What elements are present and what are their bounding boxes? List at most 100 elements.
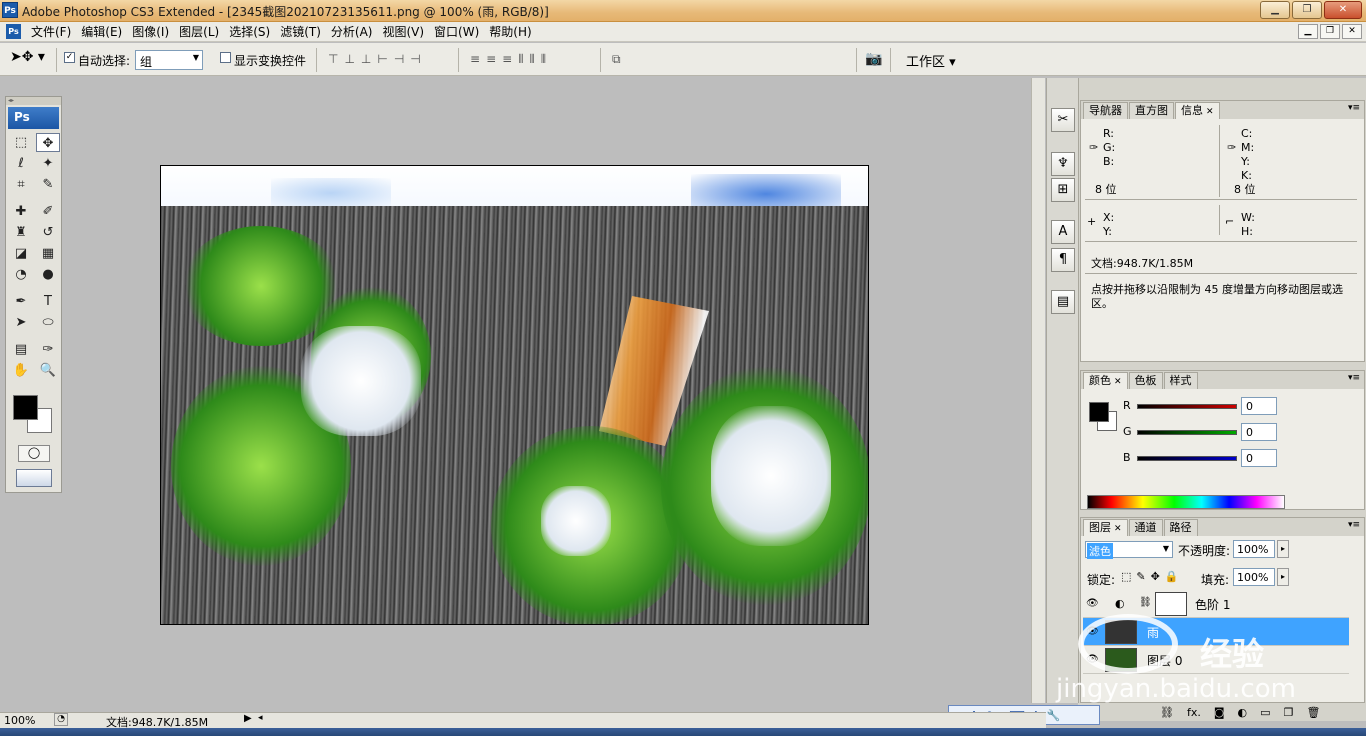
blend-mode-dropdown[interactable]: 滤色 ▼ <box>1085 541 1173 559</box>
doc-minimize-button[interactable]: ▁ <box>1298 24 1318 39</box>
layer-comps-icon[interactable]: ▤ <box>1051 290 1075 314</box>
fx-icon[interactable]: fx. <box>1187 706 1201 719</box>
notes-icon[interactable]: ▤ <box>9 340 33 359</box>
toolbox-header[interactable]: ◂▸ <box>6 97 61 105</box>
doc-close-button[interactable]: ✕ <box>1342 24 1362 39</box>
menu-edit[interactable]: 编辑(E) <box>76 24 127 40</box>
fill-slider-button[interactable]: ▸ <box>1277 568 1289 586</box>
minimize-button[interactable]: ▁ <box>1260 1 1290 19</box>
panel-collapse-strip[interactable] <box>1031 78 1045 703</box>
zoom-level[interactable]: 100% <box>4 714 35 727</box>
color-g-value[interactable]: 0 <box>1241 423 1277 441</box>
color-spectrum-bar[interactable] <box>1087 495 1285 509</box>
lasso-icon[interactable]: ℓ <box>9 154 33 173</box>
eyedropper-icon[interactable]: ✑ <box>36 340 60 359</box>
path-select-icon[interactable]: ➤ <box>9 313 33 332</box>
character-icon[interactable]: A <box>1051 220 1075 244</box>
clone-stamp-icon[interactable]: ♜ <box>9 223 33 242</box>
panel-menu-icon[interactable]: ▾≡ <box>1348 520 1360 530</box>
auto-select-dropdown[interactable]: 组 ▼ <box>135 50 203 70</box>
brushes-icon[interactable]: ♆ <box>1051 152 1075 176</box>
shape-icon[interactable]: ⬭ <box>36 313 60 332</box>
align-right-icon[interactable]: ⊣ <box>410 52 420 66</box>
layer-row-rain[interactable]: 👁 雨 <box>1083 618 1349 646</box>
tab-styles[interactable]: 样式 <box>1163 372 1198 389</box>
tab-paths[interactable]: 路径 <box>1163 519 1198 536</box>
align-left-icon[interactable]: ⊢ <box>377 52 387 66</box>
ime-settings-icon[interactable]: 🔧 <box>1047 709 1061 722</box>
tab-histogram[interactable]: 直方图 <box>1129 102 1174 119</box>
tab-swatches[interactable]: 色板 <box>1128 372 1163 389</box>
color-b-value[interactable]: 0 <box>1241 449 1277 467</box>
tab-channels[interactable]: 通道 <box>1128 519 1163 536</box>
doc-restore-button[interactable]: ❐ <box>1320 24 1340 39</box>
auto-select-checkbox[interactable]: ✓ <box>64 52 75 63</box>
tab-layers[interactable]: 图层 ✕ <box>1083 519 1128 536</box>
opacity-slider-button[interactable]: ▸ <box>1277 540 1289 558</box>
status-menu-arrow-icon[interactable]: ▶ <box>244 713 252 724</box>
close-icon[interactable]: ✕ <box>1114 377 1122 387</box>
history-brush-icon[interactable]: ↺ <box>36 223 60 242</box>
scroll-left-icon[interactable]: ◂ <box>258 713 263 723</box>
opacity-input[interactable]: 100% <box>1233 540 1275 558</box>
eye-icon[interactable]: 👁 <box>1086 626 1099 637</box>
move-tool-preset-icon[interactable]: ➤✥ ▾ <box>10 49 50 71</box>
paragraph-icon[interactable]: ¶ <box>1051 248 1075 272</box>
color-b-slider[interactable] <box>1137 456 1237 461</box>
zoom-icon[interactable]: 🔍 <box>36 361 60 380</box>
menu-layer[interactable]: 图层(L) <box>174 24 224 40</box>
crop-icon[interactable]: ⌗ <box>9 175 33 194</box>
align-vcenter-icon[interactable]: ⊥ <box>344 52 354 66</box>
bridge-icon[interactable]: 📷 <box>865 51 882 67</box>
status-icon[interactable]: ◔ <box>54 713 68 726</box>
link-icon[interactable]: ⛓ <box>1139 597 1152 608</box>
color-r-slider[interactable] <box>1137 404 1237 409</box>
distribute-bottom-icon[interactable]: ≡ <box>502 52 512 67</box>
type-icon[interactable]: T <box>36 292 60 311</box>
maximize-button[interactable]: ❐ <box>1292 1 1322 19</box>
menu-image[interactable]: 图像(I) <box>127 24 174 40</box>
slice-icon[interactable]: ✎ <box>36 175 60 194</box>
menu-window[interactable]: 窗口(W) <box>429 24 484 40</box>
workspace-button[interactable]: 工作区 ▾ <box>906 51 956 70</box>
align-top-icon[interactable]: ⊤ <box>328 52 338 66</box>
auto-align-icon[interactable]: ⧉ <box>612 52 621 67</box>
tab-color[interactable]: 颜色 ✕ <box>1083 372 1128 389</box>
distribute-left-icon[interactable]: ⦀ <box>518 52 523 67</box>
distribute-vcenter-icon[interactable]: ≡ <box>486 52 496 67</box>
panel-menu-icon[interactable]: ▾≡ <box>1348 373 1360 383</box>
align-hcenter-icon[interactable]: ⊣ <box>394 52 404 66</box>
quick-mask-button[interactable]: ◯ <box>18 445 50 462</box>
distribute-top-icon[interactable]: ≡ <box>470 52 480 67</box>
trash-icon[interactable]: 🗑 <box>1306 706 1320 719</box>
marquee-icon[interactable]: ⬚ <box>9 133 33 152</box>
healing-brush-icon[interactable]: ✚ <box>9 202 33 221</box>
group-icon[interactable]: ▭ <box>1260 706 1270 719</box>
color-r-value[interactable]: 0 <box>1241 397 1277 415</box>
close-button[interactable]: ✕ <box>1324 1 1362 19</box>
close-icon[interactable]: ✕ <box>1114 524 1122 534</box>
blur-icon[interactable]: ◔ <box>9 265 33 284</box>
menu-select[interactable]: 选择(S) <box>224 24 275 40</box>
new-layer-icon[interactable]: ❐ <box>1284 706 1294 719</box>
link-icon[interactable]: ⛓ <box>1160 706 1174 719</box>
eye-icon[interactable]: 👁 <box>1086 654 1099 665</box>
clone-source-icon[interactable]: ⊞ <box>1051 178 1075 202</box>
layer-row-levels[interactable]: 👁 ◐ ⛓ 色阶 1 <box>1083 590 1349 618</box>
tab-info[interactable]: 信息 ✕ <box>1175 102 1220 119</box>
fill-input[interactable]: 100% <box>1233 568 1275 586</box>
adjustment-icon[interactable]: ◐ <box>1238 706 1248 719</box>
panel-menu-icon[interactable]: ▾≡ <box>1348 103 1360 113</box>
gradient-icon[interactable]: ▦ <box>36 244 60 263</box>
mask-icon[interactable]: ◙ <box>1214 706 1225 719</box>
menu-app-icon[interactable]: Ps <box>6 24 21 39</box>
align-bottom-icon[interactable]: ⊥ <box>361 52 371 66</box>
color-g-slider[interactable] <box>1137 430 1237 435</box>
dodge-icon[interactable]: ● <box>36 265 60 284</box>
show-transform-checkbox[interactable] <box>220 52 231 63</box>
menu-view[interactable]: 视图(V) <box>377 24 429 40</box>
lock-icons[interactable]: ⬚✎✥🔒 <box>1121 570 1184 583</box>
menu-filter[interactable]: 滤镜(T) <box>275 24 326 40</box>
hand-icon[interactable]: ✋ <box>9 361 33 380</box>
pen-icon[interactable]: ✒ <box>9 292 33 311</box>
